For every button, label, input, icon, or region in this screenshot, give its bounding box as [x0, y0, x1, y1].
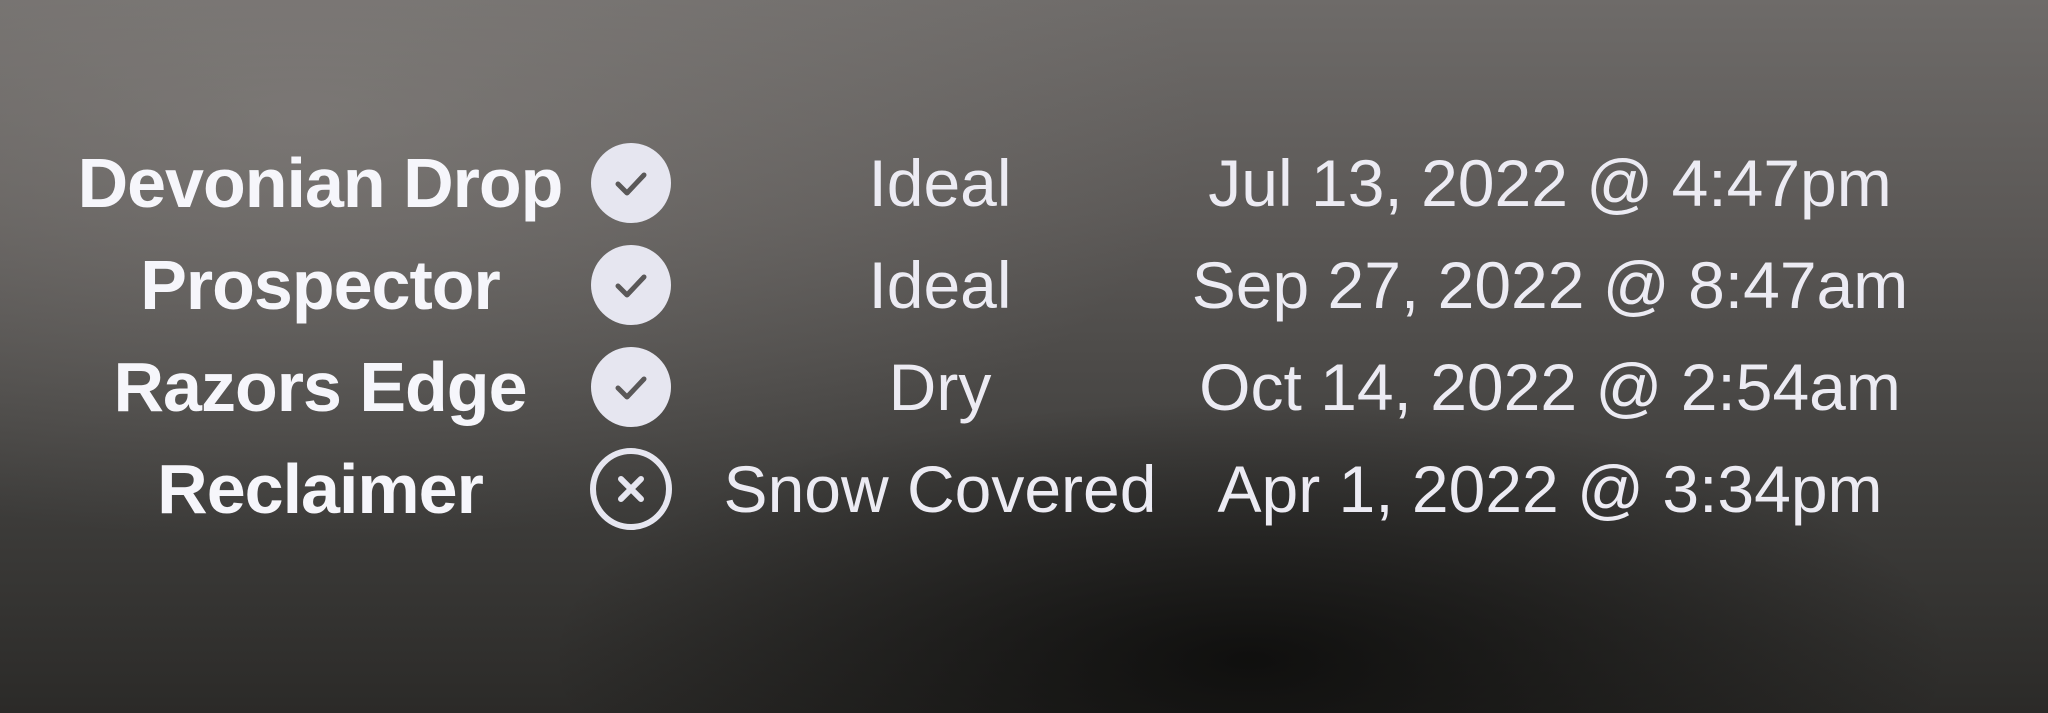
trail-condition: Dry [888, 350, 992, 424]
check-circle-icon [588, 140, 674, 226]
trail-name: Prospector [140, 246, 501, 324]
trail-updated-time: Sep 27, 2022 @ 8:47am [1191, 248, 1909, 322]
trail-name: Devonian Drop [77, 144, 564, 222]
trail-condition: Ideal [868, 146, 1012, 220]
trail-name: Razors Edge [113, 348, 528, 426]
trail-updated-time: Apr 1, 2022 @ 3:34pm [1217, 452, 1883, 526]
trail-name: Reclaimer [157, 450, 484, 528]
trail-condition: Snow Covered [723, 452, 1157, 526]
trail-updated-time: Jul 13, 2022 @ 4:47pm [1208, 146, 1892, 220]
check-circle-icon [588, 242, 674, 328]
trail-row: Reclaimer Snow Covered Apr 1, 2022 @ 3:3… [60, 438, 1980, 540]
trail-row: Devonian Drop Ideal Jul 13, 2022 @ 4:47p… [60, 132, 1980, 234]
trail-condition: Ideal [868, 248, 1012, 322]
check-circle-icon [588, 344, 674, 430]
trail-row: Razors Edge Dry Oct 14, 2022 @ 2:54am [60, 336, 1980, 438]
trail-status-screen: Devonian Drop Ideal Jul 13, 2022 @ 4:47p… [0, 0, 2048, 713]
trail-status-table: Devonian Drop Ideal Jul 13, 2022 @ 4:47p… [60, 132, 1980, 540]
trail-updated-time: Oct 14, 2022 @ 2:54am [1199, 350, 1901, 424]
x-circle-icon [588, 446, 674, 532]
trail-row: Prospector Ideal Sep 27, 2022 @ 8:47am [60, 234, 1980, 336]
